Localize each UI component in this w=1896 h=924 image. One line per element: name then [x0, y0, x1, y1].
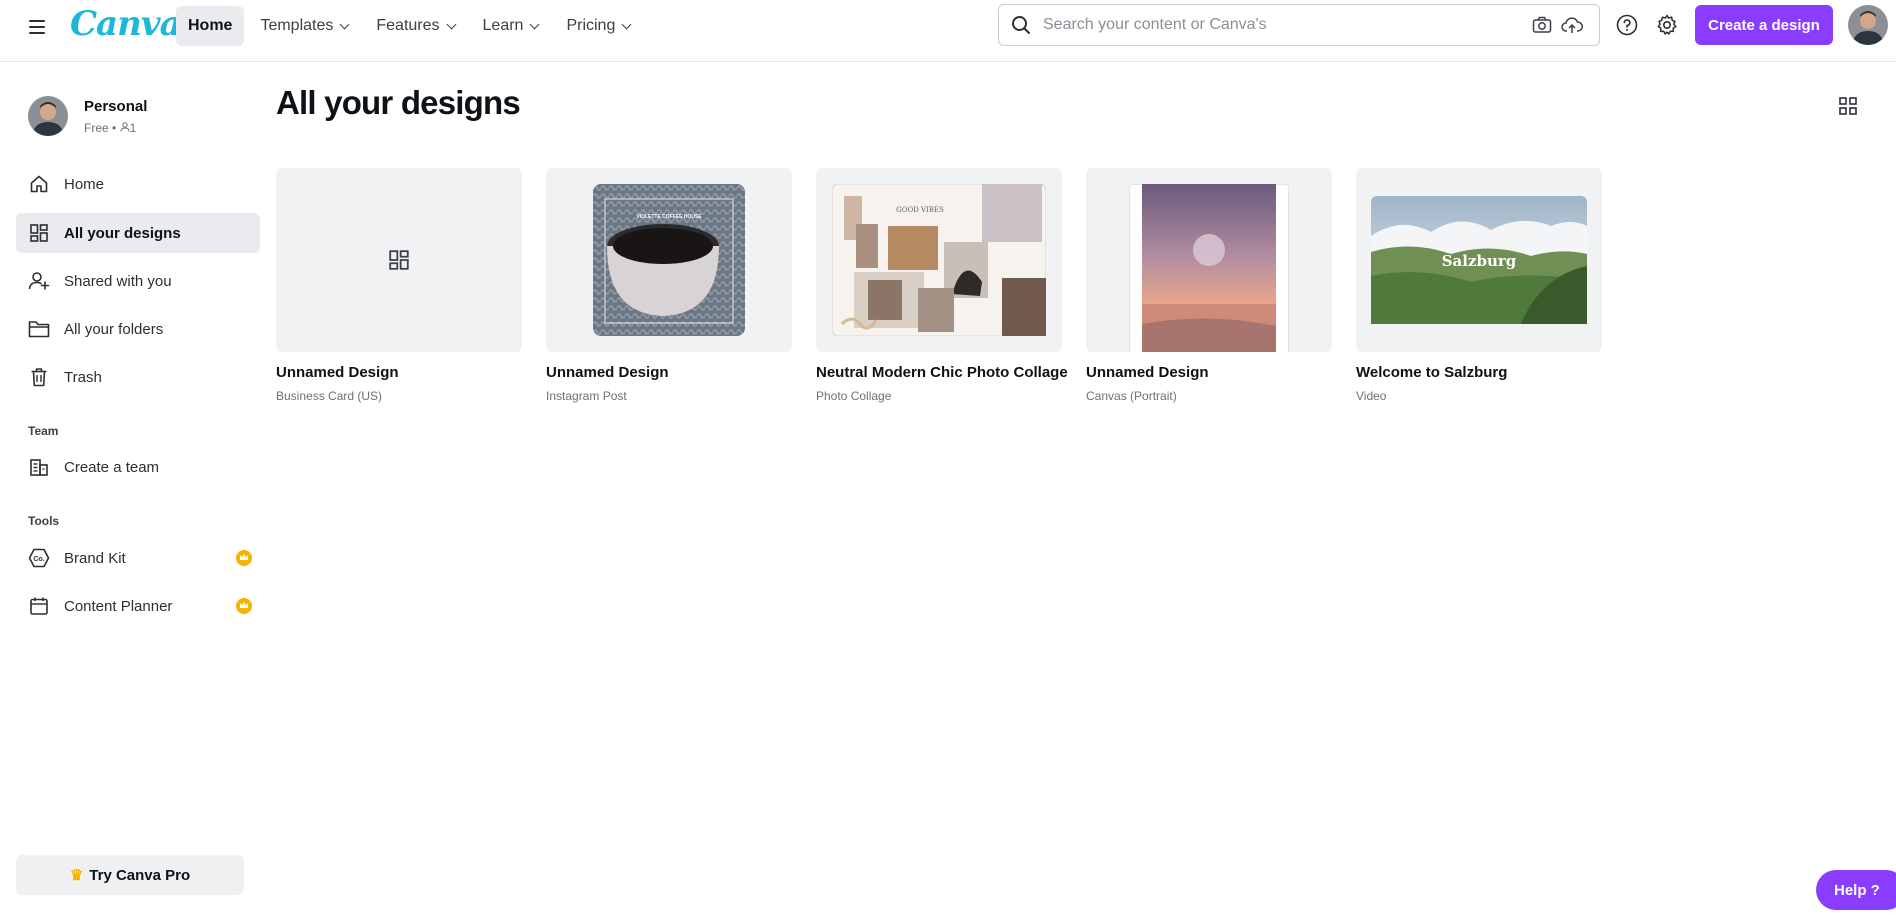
- designs-grid-icon: [28, 222, 50, 244]
- camera-search-icon[interactable]: [1527, 10, 1557, 40]
- design-card[interactable]: VIOLETTE COFFEE HOUSE Unnamed Design Ins…: [546, 168, 792, 403]
- nav-home[interactable]: Home: [176, 6, 245, 46]
- sidebar-item-label: All your folders: [64, 320, 164, 338]
- team-building-icon: [28, 456, 50, 478]
- photo-collage-image: GOOD VIBES: [832, 184, 1046, 336]
- team-section-heading: Team: [28, 424, 59, 438]
- design-type: Canvas (Portrait): [1086, 389, 1177, 403]
- sidebar-item-label: Trash: [64, 368, 102, 386]
- design-title[interactable]: Unnamed Design: [546, 364, 792, 381]
- help-circle-icon[interactable]: [1612, 10, 1642, 40]
- chevron-down-icon: [529, 19, 540, 29]
- profile-plan: Free • 1: [84, 120, 137, 135]
- design-thumbnail[interactable]: [276, 168, 522, 352]
- plan-label: Free: [84, 120, 109, 135]
- trash-icon: [28, 366, 50, 388]
- calendar-icon: [28, 595, 50, 617]
- chevron-down-icon: [339, 19, 350, 29]
- design-title[interactable]: Unnamed Design: [276, 364, 522, 381]
- sidebar-item-label: All your designs: [64, 224, 181, 242]
- sidebar-item-brand-kit[interactable]: Co. Brand Kit: [16, 538, 260, 578]
- top-nav: Home Templates Features Learn Pricing: [176, 6, 642, 46]
- svg-text:Co.: Co.: [33, 556, 44, 563]
- sidebar-item-trash[interactable]: Trash: [16, 357, 260, 397]
- upload-cloud-icon[interactable]: [1557, 10, 1587, 40]
- sidebar-item-label: Create a team: [64, 458, 160, 476]
- nav-learn-label: Learn: [482, 17, 524, 34]
- nav-pricing[interactable]: Pricing: [554, 6, 642, 46]
- create-design-button[interactable]: Create a design: [1695, 5, 1833, 45]
- nav-features-label: Features: [376, 17, 440, 34]
- nav-pricing-label: Pricing: [566, 17, 616, 34]
- top-bar: Canva Home Templates Features Learn Pric…: [0, 0, 1896, 62]
- sidebar-item-shared[interactable]: Shared with you: [16, 261, 260, 301]
- sidebar-item-home[interactable]: Home: [16, 164, 260, 204]
- sidebar-item-label: Home: [64, 175, 105, 193]
- design-placeholder-icon: [389, 250, 409, 270]
- try-pro-label: Try Canva Pro: [89, 867, 191, 884]
- member-count: 1: [129, 120, 137, 135]
- menu-icon[interactable]: [26, 16, 48, 38]
- nav-templates[interactable]: Templates: [248, 6, 360, 46]
- canva-logo[interactable]: Canva: [70, 4, 182, 44]
- gear-icon[interactable]: [1652, 10, 1682, 40]
- profile-switcher[interactable]: Personal Free • 1: [28, 96, 147, 136]
- design-card[interactable]: GOOD VIBES Neutral Modern Chic Photo Col…: [816, 168, 1068, 403]
- design-title[interactable]: Neutral Modern Chic Photo Collage: [816, 364, 1068, 381]
- help-button[interactable]: Help ?: [1816, 870, 1896, 910]
- design-thumbnail[interactable]: Salzburg: [1356, 168, 1602, 352]
- nav-learn[interactable]: Learn: [471, 6, 551, 46]
- salzburg-thumb-text: Salzburg: [1442, 252, 1517, 270]
- avatar[interactable]: [1848, 5, 1888, 45]
- design-card[interactable]: Unnamed Design Business Card (US): [276, 168, 522, 403]
- sidebar-item-create-team[interactable]: Create a team: [16, 447, 260, 487]
- brand-kit-icon: Co.: [28, 547, 50, 569]
- design-title[interactable]: Welcome to Salzburg: [1356, 364, 1602, 381]
- design-type: Instagram Post: [546, 389, 627, 403]
- crown-icon: [236, 550, 252, 566]
- chevron-down-icon: [446, 19, 456, 29]
- design-card[interactable]: Unnamed Design Canvas (Portrait): [1086, 168, 1332, 403]
- sidebar-item-content-planner[interactable]: Content Planner: [16, 586, 260, 626]
- page-title: All your designs: [276, 84, 521, 121]
- design-thumbnail[interactable]: GOOD VIBES: [816, 168, 1062, 352]
- grid-view-icon[interactable]: [1838, 96, 1862, 120]
- nav-templates-label: Templates: [260, 17, 334, 34]
- search-input[interactable]: [1043, 16, 1527, 34]
- tools-section-heading: Tools: [28, 514, 60, 528]
- sidebar-item-label: Content Planner: [64, 597, 173, 615]
- design-thumbnail[interactable]: VIOLETTE COFFEE HOUSE: [546, 168, 792, 352]
- design-title[interactable]: Unnamed Design: [1086, 364, 1332, 381]
- design-card[interactable]: Salzburg Welcome to Salzburg Video: [1356, 168, 1602, 403]
- profile-name: Personal: [84, 97, 148, 115]
- sidebar-item-folders[interactable]: All your folders: [16, 309, 260, 349]
- sidebar-item-label: Brand Kit: [64, 549, 126, 567]
- crown-icon: ♛: [69, 867, 84, 884]
- sunset-beach-image: [1142, 184, 1276, 352]
- design-type: Video: [1356, 389, 1387, 403]
- chevron-down-icon: [621, 19, 632, 29]
- sidebar-item-label: Shared with you: [64, 272, 172, 290]
- sidebar-item-all-designs[interactable]: All your designs: [16, 213, 260, 253]
- avatar: [28, 96, 68, 136]
- nav-home-label: Home: [188, 17, 233, 34]
- design-type: Photo Collage: [816, 389, 892, 403]
- search-icon: [1012, 16, 1030, 34]
- nav-features[interactable]: Features: [364, 6, 466, 46]
- design-type: Business Card (US): [276, 389, 383, 403]
- sidebar: Personal Free • 1 Home All your designs …: [0, 62, 262, 924]
- user-icon: [120, 121, 130, 132]
- folder-icon: [28, 318, 50, 340]
- crown-icon: [236, 598, 252, 614]
- coffee-thumb-text: VIOLETTE COFFEE HOUSE: [636, 214, 702, 220]
- collage-thumb-text: GOOD VIBES: [896, 206, 944, 214]
- salzburg-mountains-image: Salzburg: [1371, 196, 1587, 324]
- try-canva-pro-button[interactable]: ♛ Try Canva Pro: [16, 855, 244, 895]
- design-thumbnail[interactable]: [1086, 168, 1332, 352]
- home-icon: [28, 173, 50, 195]
- shared-users-icon: [28, 270, 50, 292]
- coffee-cup-image: VIOLETTE COFFEE HOUSE: [593, 184, 745, 336]
- search-bar: [998, 4, 1600, 46]
